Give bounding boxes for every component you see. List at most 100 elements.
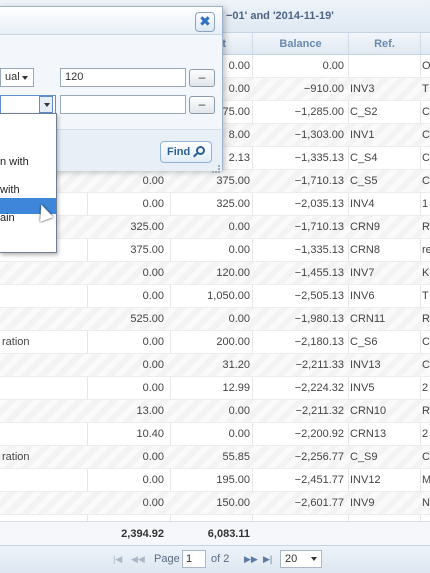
cell-note: K: [422, 267, 430, 279]
cell-credit: 195.00: [216, 474, 250, 486]
table-row[interactable]: 0.00 12.99 −2,224.32 INV5 2: [0, 377, 430, 400]
filter-dialog-header: ✖: [0, 7, 222, 35]
cell-debit: 0.00: [142, 474, 164, 486]
find-button-label: Find: [167, 146, 191, 158]
cell-description: [2, 308, 86, 331]
column-header-balance-label: Balance: [279, 38, 322, 50]
cell-description: [2, 400, 86, 423]
remove-rule-button-2[interactable]: –: [189, 96, 215, 114]
cell-balance: −1,335.13: [294, 244, 344, 256]
table-row[interactable]: 0.00 325.00 −2,035.13 INV4 1: [0, 193, 430, 216]
cell-description: ration: [2, 451, 30, 463]
cell-credit: 55.85: [222, 451, 250, 463]
cell-debit: 0.00: [142, 290, 164, 302]
cell-ref: INV13: [350, 359, 381, 371]
column-header-description[interactable]: [420, 33, 430, 55]
cell-ref: [350, 55, 418, 78]
cell-ref: CRN8: [350, 244, 380, 256]
page-size-value: 20: [285, 553, 298, 565]
page-label: Page: [154, 553, 180, 565]
cell-balance: −1,455.13: [294, 267, 344, 279]
cell-description: [2, 469, 86, 492]
table-row[interactable]: ration 0.00 200.00 −2,180.13 C_S6 C: [0, 331, 430, 354]
cell-debit: 0.00: [142, 267, 164, 279]
table-row[interactable]: 0.00 375.00 −1,710.13 C_S5 C: [0, 170, 430, 193]
page-number-input[interactable]: 1: [182, 550, 206, 568]
next-page-icon[interactable]: ▶▶: [244, 554, 258, 565]
first-page-icon[interactable]: |◀: [113, 554, 122, 565]
remove-rule-button-1[interactable]: –: [189, 69, 215, 87]
cell-credit: 1,050.00: [207, 290, 250, 302]
filter-value-input-1[interactable]: 120: [60, 68, 186, 87]
column-header-ref[interactable]: Ref.: [348, 33, 420, 55]
table-row[interactable]: 0.00 31.20 −2,211.33 INV13 C: [0, 354, 430, 377]
table-row[interactable]: ration 0.00 55.85 −2,256.77 C_S9 C: [0, 446, 430, 469]
summary-credit: 6,083.11: [207, 528, 250, 540]
summary-debit: 2,394.92: [121, 528, 164, 540]
operator-option[interactable]: n with: [0, 154, 56, 170]
column-header-balance[interactable]: Balance: [252, 33, 348, 55]
table-row[interactable]: 525.00 0.00 −1,980.13 CRN11 R: [0, 308, 430, 331]
close-icon: ✖: [199, 13, 211, 29]
resize-handle[interactable]: [212, 165, 220, 173]
pagination-toolbar: |◀ ◀◀ Page 1 of 2 ▶▶ ▶| 20: [0, 545, 430, 573]
cell-debit: 0.00: [142, 175, 164, 187]
cell-description: ration: [2, 336, 30, 348]
table-row[interactable]: 325.00 0.00 −1,710.13 CRN9 R: [0, 216, 430, 239]
cell-description: [2, 492, 86, 515]
cell-note: C: [422, 152, 430, 164]
cell-balance: −2,256.77: [294, 451, 344, 463]
cell-description: [2, 423, 86, 446]
table-row[interactable]: 10.40 0.00 −2,200.92 CRN13 2: [0, 423, 430, 446]
cell-credit: 0.00: [228, 221, 250, 233]
cell-balance: −1,980.13: [294, 313, 344, 325]
cell-ref: INV4: [350, 198, 375, 210]
cell-ref: INV7: [350, 267, 375, 279]
table-row[interactable]: 0.00 120.00 −1,455.13 INV7 K: [0, 262, 430, 285]
cell-credit: 12.99: [222, 382, 250, 394]
cell-balance: 0.00: [322, 60, 344, 72]
close-button[interactable]: ✖: [195, 12, 215, 32]
operator-option[interactable]: [0, 122, 56, 138]
cell-note: R: [422, 405, 430, 417]
cell-note: re: [422, 244, 430, 256]
cell-description: [2, 262, 86, 285]
prev-page-icon[interactable]: ◀◀: [131, 554, 145, 565]
cell-debit: 0.00: [142, 336, 164, 348]
cell-credit: 375.00: [216, 175, 250, 187]
cell-ref: INV3: [350, 83, 375, 95]
cell-ref: C_S2: [350, 106, 378, 118]
cell-balance: −1,285.00: [294, 106, 344, 118]
cell-ref: CRN13: [350, 428, 387, 440]
chevron-down-icon: [311, 557, 317, 561]
find-button[interactable]: Find: [160, 141, 212, 163]
filter-value-input-2[interactable]: [60, 95, 186, 114]
cell-description: [2, 354, 86, 377]
cell-balance: −2,200.92: [294, 428, 344, 440]
cell-balance: −2,211.33: [295, 359, 344, 371]
cell-balance: −1,335.13: [294, 152, 344, 164]
filter-operator-select-1[interactable]: ual: [0, 68, 34, 87]
cell-note: C: [422, 336, 430, 348]
last-page-icon[interactable]: ▶|: [263, 554, 272, 565]
table-row[interactable]: 0.00 150.00 −2,601.77 INV9 N: [0, 492, 430, 515]
cell-ref: INV9: [350, 497, 375, 509]
cell-balance: −1,710.13: [294, 175, 344, 187]
cell-balance: −2,180.13: [294, 336, 344, 348]
page-size-select[interactable]: 20: [280, 550, 322, 568]
cell-balance: −2,451.77: [294, 474, 344, 486]
table-row[interactable]: 13.00 0.00 −2,211.32 CRN10 R: [0, 400, 430, 423]
cell-debit: 0.00: [142, 451, 164, 463]
cell-ref: INV6: [350, 290, 375, 302]
cell-debit: 0.00: [142, 359, 164, 371]
operator-option[interactable]: with: [0, 182, 56, 198]
table-row[interactable]: ation375.000.00−1,335.13CRN8re: [0, 239, 430, 262]
table-row[interactable]: 0.00 1,050.00 −2,505.13 INV6 T: [0, 285, 430, 308]
cell-debit: 0.00: [142, 497, 164, 509]
table-row[interactable]: 0.00 195.00 −2,451.77 INV12 M: [0, 469, 430, 492]
cell-note: 2: [422, 382, 429, 394]
cell-balance: −1,303.00: [294, 129, 344, 141]
cell-ref: CRN9: [350, 221, 380, 233]
filter-operator-select-2[interactable]: [0, 95, 56, 114]
cell-credit: 120.00: [216, 267, 250, 279]
